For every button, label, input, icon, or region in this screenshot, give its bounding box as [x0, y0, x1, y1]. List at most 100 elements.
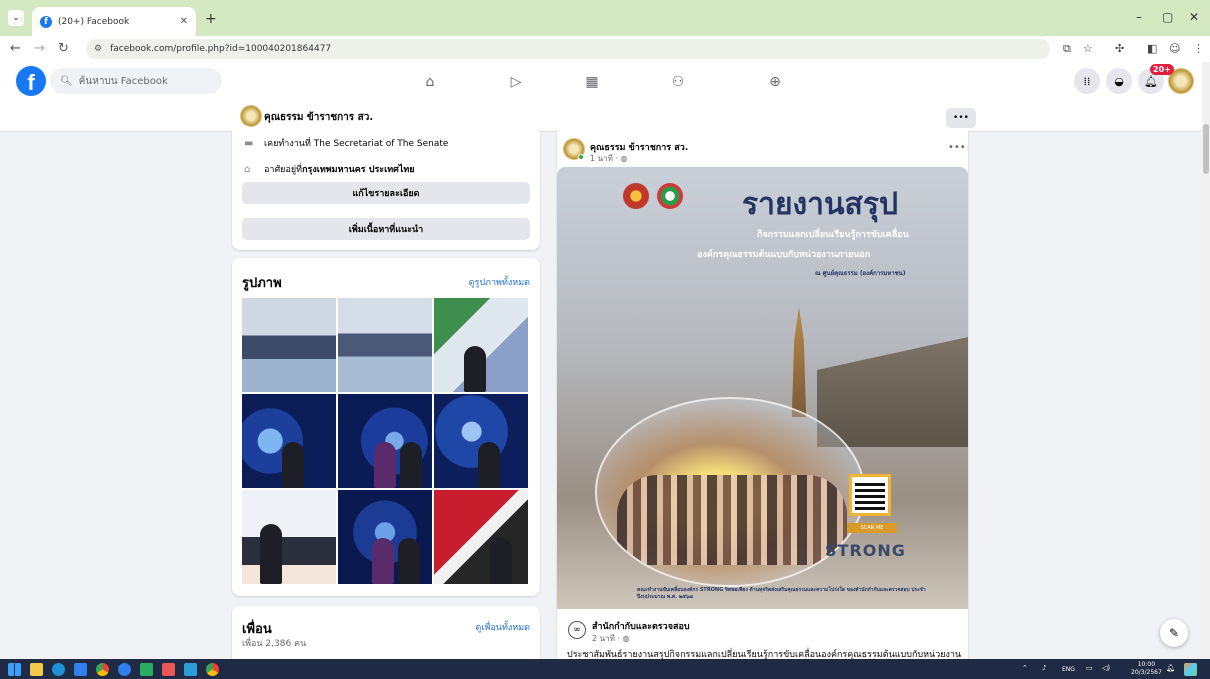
- facebook-logo-icon[interactable]: f: [16, 66, 46, 96]
- facebook-header: f 🔍︎ ค้นหาบน Facebook ⌂ ▷ ▦ ⚇ ⊕ ⁞⁞ ◒ 🔔︎: [0, 62, 1202, 102]
- post-more-icon[interactable]: •••: [948, 142, 966, 153]
- groups-icon[interactable]: ⚇: [668, 72, 688, 92]
- gaming-icon[interactable]: ⊕: [765, 72, 785, 92]
- poster-subtitle-1: กิจกรรมแลกเปลี่ยนเรียนรู้การขับเคลื่อน: [757, 230, 909, 240]
- edit-details-button[interactable]: แก้ไขรายละเอียด: [242, 182, 530, 204]
- chrome-icon[interactable]: [206, 663, 219, 676]
- translate-icon[interactable]: ⧉: [1063, 42, 1071, 56]
- poster-title: รายงานสรุป: [742, 187, 899, 222]
- sidepanel-icon[interactable]: ◧: [1147, 42, 1157, 55]
- menu-grid-icon[interactable]: ⁞⁞: [1074, 68, 1100, 94]
- home-location-icon: ⌂: [244, 163, 251, 175]
- start-icon[interactable]: [8, 663, 21, 676]
- system-clock[interactable]: 10:00 20/3/2567: [1131, 661, 1162, 677]
- work-row: ▬ เคยทำงานที่ The Secretariat of The Sen…: [244, 136, 448, 150]
- profile-avatar[interactable]: [240, 105, 262, 127]
- tab-close-icon[interactable]: ✕: [180, 16, 188, 27]
- url-text: facebook.com/profile.php?id=100040201864…: [110, 44, 332, 54]
- photo-thumbnail[interactable]: [338, 490, 432, 584]
- search-input[interactable]: 🔍︎ ค้นหาบน Facebook: [50, 68, 222, 94]
- url-input[interactable]: ⚙ facebook.com/profile.php?id=1000402018…: [86, 39, 1050, 59]
- store-icon[interactable]: [74, 663, 87, 676]
- photo-thumbnail[interactable]: [338, 298, 432, 392]
- display-icon[interactable]: ▭: [1086, 664, 1093, 672]
- pagoda-illustration: [791, 307, 807, 417]
- friends-card: เพื่อน ดูเพื่อนทั้งหมด เพื่อน 2,386 คน: [232, 606, 540, 666]
- post-image[interactable]: รายงานสรุป กิจกรรมแลกเปลี่ยนเรียนรู้การข…: [557, 167, 968, 609]
- photo-thumbnail[interactable]: [242, 298, 336, 392]
- word-icon[interactable]: [184, 663, 197, 676]
- scan-me-label: SCAN ME: [847, 523, 897, 533]
- back-icon[interactable]: ←: [10, 41, 21, 56]
- add-featured-button[interactable]: เพิ่มเนื้อหาที่แนะนำ: [242, 218, 530, 240]
- poster-footer: คณะทำงานขับเคลื่อนองค์กร STRONG จิตพอเพี…: [637, 587, 926, 600]
- post-timestamp[interactable]: 1 นาที · ◍: [590, 152, 627, 165]
- photo-thumbnail[interactable]: [434, 298, 528, 392]
- messenger-icon[interactable]: ◒: [1106, 68, 1132, 94]
- photo-thumbnail[interactable]: [242, 490, 336, 584]
- browser-tab-bar: ⌄ f (20+) Facebook ✕ + – ▢ ✕: [0, 0, 1210, 36]
- tab-title: (20+) Facebook: [58, 16, 130, 27]
- tab-search-icon[interactable]: ⌄: [8, 10, 24, 26]
- qr-code-icon: [849, 474, 891, 516]
- restore-icon[interactable]: ▢: [1162, 10, 1173, 24]
- forward-icon[interactable]: →: [34, 41, 45, 56]
- poster-subtitle-2: องค์กรคุณธรรมต้นแบบกับหน่วยงานภายนอก: [697, 250, 871, 260]
- chrome-icon[interactable]: [96, 663, 109, 676]
- marketplace-icon[interactable]: ▦: [582, 72, 602, 92]
- reload-icon[interactable]: ↻: [58, 41, 69, 56]
- new-message-compose-icon[interactable]: ✎: [1160, 619, 1188, 647]
- video-icon[interactable]: ▷: [506, 72, 526, 92]
- intro-card: ▬ เคยทำงานที่ The Secretariat of The Sen…: [232, 130, 540, 250]
- language-indicator[interactable]: ENG: [1062, 666, 1075, 673]
- profile-more-button[interactable]: •••: [946, 108, 976, 128]
- photos-title[interactable]: รูปภาพ: [242, 272, 282, 293]
- photos-card: รูปภาพ ดูรูปภาพทั้งหมด: [232, 258, 540, 596]
- browser-tab[interactable]: f (20+) Facebook ✕: [32, 7, 196, 36]
- shared-timestamp[interactable]: 2 นาที · ◍: [592, 632, 629, 645]
- photo-thumbnail[interactable]: [434, 490, 528, 584]
- facebook-favicon-icon: f: [40, 15, 52, 28]
- briefcase-icon: ▬: [244, 137, 254, 149]
- mic-icon[interactable]: ♪: [1042, 664, 1046, 672]
- app-icon[interactable]: [118, 663, 131, 676]
- profile-icon[interactable]: ☺: [1169, 42, 1180, 55]
- volume-icon[interactable]: ◁): [1102, 664, 1110, 672]
- building-illustration: [817, 337, 968, 447]
- scrollbar-thumb[interactable]: [1203, 124, 1209, 174]
- new-tab-icon[interactable]: +: [205, 11, 217, 27]
- minimize-icon[interactable]: –: [1136, 10, 1142, 24]
- photo-thumbnail[interactable]: [434, 394, 528, 488]
- tray-chevron-icon[interactable]: ⌃: [1022, 664, 1028, 672]
- organization-logo-icon: [657, 183, 683, 209]
- windows-taskbar: [0, 659, 1210, 679]
- browser-menu-icon[interactable]: ⋮: [1193, 42, 1204, 55]
- edge-icon[interactable]: [52, 663, 65, 676]
- group-photo-people: [617, 475, 847, 565]
- page-logo-icon[interactable]: ∞: [568, 621, 586, 639]
- friends-count: เพื่อน 2,386 คน: [242, 639, 307, 649]
- see-all-photos-link[interactable]: ดูรูปภาพทั้งหมด: [469, 275, 530, 289]
- profile-name[interactable]: คุณธรรม ข้าราชการ สว.: [264, 110, 373, 125]
- app-icon[interactable]: [162, 663, 175, 676]
- photo-thumbnail[interactable]: [242, 394, 336, 488]
- work-text: เคยทำงานที่ The Secretariat of The Senat…: [264, 139, 449, 149]
- extensions-icon[interactable]: ✣: [1115, 42, 1124, 55]
- location-row: ⌂ อาศัยอยู่ที่ กรุงเทพมหานคร ประเทศไทย: [244, 162, 415, 176]
- file-explorer-icon[interactable]: [30, 663, 43, 676]
- location-city[interactable]: กรุงเทพมหานคร ประเทศไทย: [302, 162, 415, 176]
- home-icon[interactable]: ⌂: [420, 72, 440, 92]
- window-close-icon[interactable]: ✕: [1189, 10, 1199, 24]
- photo-thumbnail[interactable]: [338, 394, 432, 488]
- strong-label: STRONG: [825, 541, 906, 560]
- line-app-icon[interactable]: [140, 663, 153, 676]
- site-info-icon[interactable]: ⚙: [94, 44, 102, 54]
- clock-time: 10:00: [1137, 661, 1156, 668]
- notification-icon[interactable]: 🔔︎: [1166, 664, 1175, 672]
- senate-seal-icon: [623, 183, 649, 209]
- bookmark-star-icon[interactable]: ☆: [1083, 42, 1093, 55]
- online-status-dot: [578, 154, 584, 160]
- see-all-friends-link[interactable]: ดูเพื่อนทั้งหมด: [476, 620, 530, 634]
- shared-page-name[interactable]: สำนักกำกับและตรวจสอบ: [592, 619, 690, 633]
- widgets-icon[interactable]: [1184, 663, 1197, 676]
